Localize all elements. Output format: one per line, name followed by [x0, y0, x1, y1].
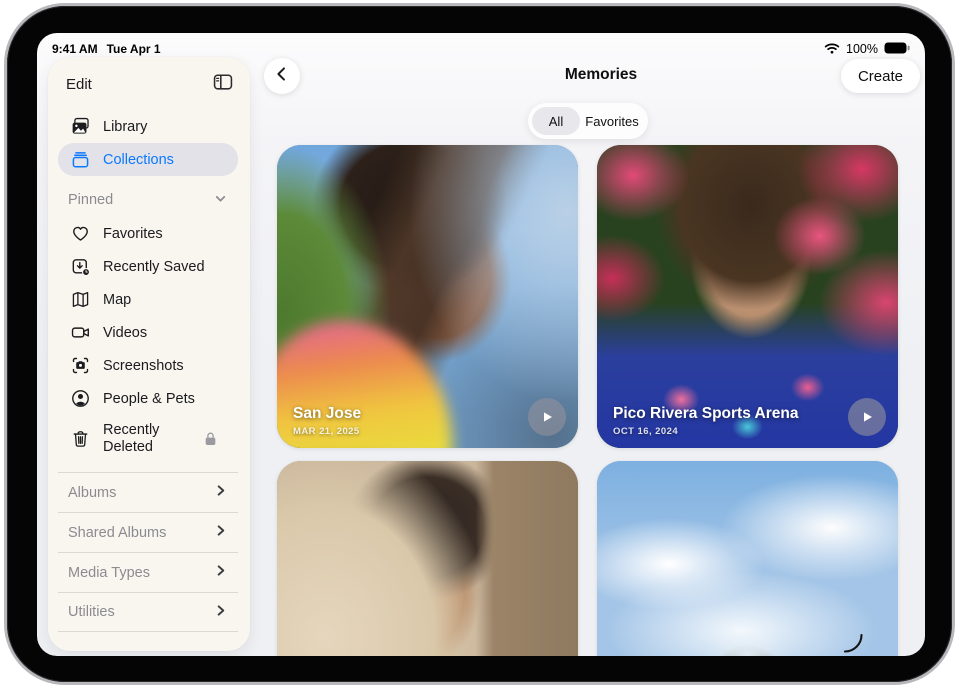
pinned-list: Favorites Recently Saved Map Videos — [58, 217, 238, 462]
save-clock-icon — [68, 256, 92, 277]
memory-title: Pico Rivera Sports Arena — [613, 405, 799, 423]
sidebar-item-albums[interactable]: Albums — [58, 472, 238, 512]
sidebar-item-media-types[interactable]: Media Types — [58, 552, 238, 592]
sidebar-item-collections[interactable]: Collections — [58, 143, 238, 176]
memory-title: San Jose — [293, 405, 361, 423]
map-icon — [68, 289, 92, 310]
pinned-section-header[interactable]: Pinned — [58, 185, 238, 215]
battery-icon — [884, 42, 910, 57]
play-icon — [540, 410, 554, 424]
sidebar-item-people-pets[interactable]: People & Pets — [58, 382, 238, 415]
trash-icon — [68, 428, 92, 449]
sidebar-item-label: Recently Deleted — [103, 422, 181, 455]
screen: 9:41 AM Tue Apr 1 100% Edit Library — [37, 33, 925, 656]
sidebar-item-screenshots[interactable]: Screenshots — [58, 349, 238, 382]
video-camera-icon — [68, 322, 92, 343]
pinned-label: Pinned — [68, 192, 113, 208]
memory-date: MAR 21, 2025 — [293, 426, 360, 437]
sidebar-item-label: Collections — [103, 152, 174, 168]
memory-card-row2-left[interactable] — [277, 461, 578, 656]
status-date: Tue Apr 1 — [107, 42, 161, 56]
sidebar-item-label: Videos — [103, 325, 147, 341]
status-right: 100% — [824, 42, 910, 57]
sidebar-item-library[interactable]: Library — [58, 110, 238, 143]
wifi-icon — [824, 42, 840, 57]
sidebar-item-label: Albums — [68, 485, 116, 501]
segment-all[interactable]: All — [532, 107, 580, 135]
sidebar-item-label: Recently Saved — [103, 259, 205, 275]
sidebar-sections: Albums Shared Albums Media Types Utiliti… — [58, 472, 238, 632]
status-bar: 9:41 AM Tue Apr 1 100% — [52, 40, 910, 58]
photo-stack-icon — [68, 116, 92, 137]
chevron-right-icon — [213, 523, 228, 542]
sidebar-item-shared-albums[interactable]: Shared Albums — [58, 512, 238, 552]
sidebar: Edit Library Collections Pinned — [48, 57, 250, 651]
chevron-right-icon — [213, 483, 228, 502]
battery-percent: 100% — [846, 42, 878, 56]
sidebar-item-favorites[interactable]: Favorites — [58, 217, 238, 250]
ipad-frame: 9:41 AM Tue Apr 1 100% Edit Library — [7, 6, 952, 682]
sidebar-item-label: Favorites — [103, 226, 163, 242]
status-left: 9:41 AM Tue Apr 1 — [52, 42, 170, 56]
sidebar-item-label: People & Pets — [103, 391, 195, 407]
memory-photo — [597, 461, 898, 656]
heart-icon — [68, 223, 92, 244]
sidebar-main-list: Library Collections — [58, 110, 238, 176]
play-button[interactable] — [848, 398, 886, 436]
screenshot-icon — [68, 355, 92, 376]
memory-card-row2-right[interactable] — [597, 461, 898, 656]
segment-favorites[interactable]: Favorites — [580, 107, 644, 135]
chevron-right-icon — [213, 603, 228, 622]
sidebar-item-label: Shared Albums — [68, 525, 166, 541]
edit-button[interactable]: Edit — [66, 76, 92, 93]
stage: 9:41 AM Tue Apr 1 100% Edit Library — [0, 0, 960, 690]
memory-card-san-jose[interactable]: San Jose MAR 21, 2025 — [277, 145, 578, 448]
memory-card-pico-rivera[interactable]: Pico Rivera Sports Arena OCT 16, 2024 — [597, 145, 898, 448]
sidebar-item-recently-saved[interactable]: Recently Saved — [58, 250, 238, 283]
status-time: 9:41 AM — [52, 42, 98, 56]
sidebar-header: Edit — [58, 70, 238, 98]
sidebar-item-map[interactable]: Map — [58, 283, 238, 316]
create-button[interactable]: Create — [841, 59, 920, 93]
play-button[interactable] — [528, 398, 566, 436]
page-title: Memories — [277, 66, 925, 84]
create-label: Create — [858, 68, 903, 85]
sidebar-item-utilities[interactable]: Utilities — [58, 592, 238, 632]
sidebar-item-label: Map — [103, 292, 131, 308]
lock-icon — [203, 431, 218, 447]
chevron-down-icon — [213, 191, 228, 210]
chevron-right-icon — [213, 563, 228, 582]
person-circle-icon — [68, 388, 92, 409]
corner-curl-mark — [844, 634, 863, 653]
sidebar-item-label: Utilities — [68, 604, 115, 620]
sidebar-item-label: Library — [103, 119, 147, 135]
collections-stack-icon — [68, 149, 92, 170]
play-icon — [860, 410, 874, 424]
memory-photo — [277, 461, 578, 656]
sidebar-item-recently-deleted[interactable]: Recently Deleted — [58, 415, 238, 462]
memory-date: OCT 16, 2024 — [613, 426, 678, 437]
sidebar-item-videos[interactable]: Videos — [58, 316, 238, 349]
sidebar-item-label: Screenshots — [103, 358, 184, 374]
sidebar-item-label: Media Types — [68, 565, 150, 581]
filter-segmented-control: All Favorites — [528, 103, 648, 139]
sidebar-toggle-icon[interactable] — [212, 71, 234, 98]
